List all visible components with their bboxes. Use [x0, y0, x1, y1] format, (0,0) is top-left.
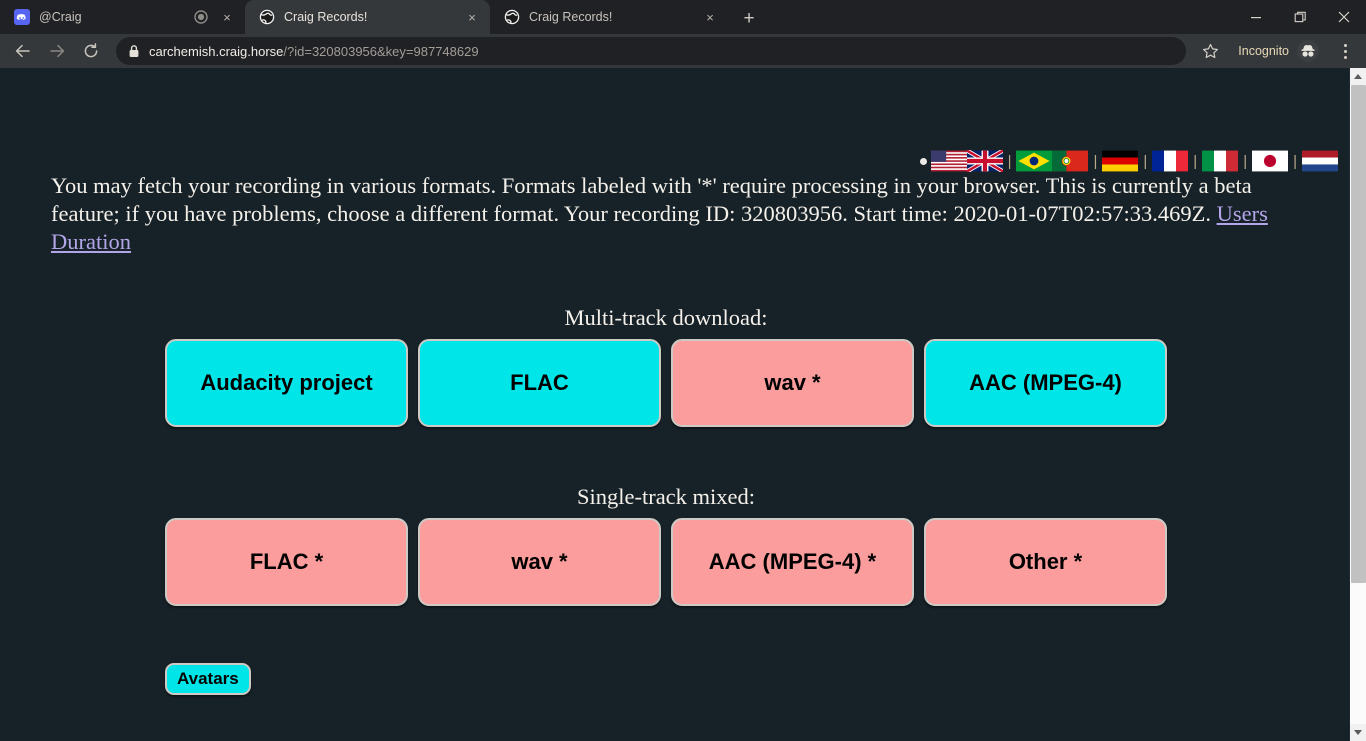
maximize-restore-button[interactable]	[1278, 0, 1322, 34]
download-other-singletrack-button[interactable]: Other *	[924, 518, 1167, 606]
incognito-label: Incognito	[1238, 44, 1289, 58]
tab-audio-indicator-icon[interactable]	[193, 9, 209, 25]
scrollbar-track[interactable]	[1349, 85, 1366, 724]
france-flag-icon[interactable]	[1152, 150, 1189, 172]
close-window-button[interactable]	[1322, 0, 1366, 34]
browser-tab-craig-discord[interactable]: @Craig ×	[0, 0, 245, 34]
browser-tab-craig-records-2[interactable]: Craig Records! ×	[490, 0, 728, 34]
tab-close-button[interactable]: ×	[701, 8, 719, 26]
address-bar[interactable]: carchemish.craig.horse/?id=320803956&key…	[116, 37, 1187, 65]
language-separator: |	[1007, 152, 1012, 170]
craig-download-page: | | | | | | You may fetch your recording…	[0, 68, 1349, 741]
download-aac-multitrack-button[interactable]: AAC (MPEG-4)	[924, 339, 1167, 427]
incognito-icon	[1296, 39, 1320, 63]
download-wav-multitrack-button[interactable]: wav *	[671, 339, 914, 427]
globe-icon	[259, 9, 275, 25]
language-separator: |	[1143, 152, 1148, 170]
url-path: /?id=320803956&key=987748629	[283, 43, 479, 59]
download-flac-singletrack-button[interactable]: FLAC *	[165, 518, 408, 606]
us-flag-icon[interactable]	[930, 150, 967, 172]
tab-close-button[interactable]: ×	[463, 8, 481, 26]
scrollbar-thumb[interactable]	[1350, 85, 1366, 584]
lock-icon	[128, 44, 140, 58]
japan-flag-icon[interactable]	[1252, 150, 1289, 172]
language-selector: | | | | | |	[919, 150, 1338, 172]
browser-window: @Craig × Craig Records! × Craig Records!…	[0, 0, 1366, 741]
avatars-button[interactable]: Avatars	[165, 663, 251, 695]
back-button[interactable]	[8, 36, 38, 66]
users-link[interactable]: Users	[1217, 201, 1268, 226]
page-scrollbar[interactable]	[1349, 68, 1366, 741]
language-bullet-icon	[919, 157, 927, 165]
minimize-button[interactable]	[1234, 0, 1278, 34]
discord-icon	[14, 9, 30, 25]
multitrack-button-row: Audacity project FLAC wav * AAC (MPEG-4)	[0, 339, 1332, 427]
portugal-flag-icon[interactable]	[1052, 150, 1089, 172]
brazil-flag-icon[interactable]	[1016, 150, 1053, 172]
intro-paragraph: You may fetch your recording in various …	[51, 172, 1291, 256]
incognito-indicator[interactable]: Incognito	[1228, 39, 1328, 63]
tab-title: Craig Records!	[284, 10, 368, 24]
uk-flag-icon[interactable]	[966, 150, 1003, 172]
download-aac-singletrack-button[interactable]: AAC (MPEG-4) *	[671, 518, 914, 606]
bookmark-star-icon[interactable]	[1196, 37, 1224, 65]
germany-flag-icon[interactable]	[1102, 150, 1139, 172]
reload-button[interactable]	[76, 36, 106, 66]
scrollbar-down-arrow[interactable]	[1349, 724, 1366, 741]
url-host: carchemish.craig.horse	[149, 43, 284, 59]
download-audacity-project-button[interactable]: Audacity project	[165, 339, 408, 427]
forward-button[interactable]	[42, 36, 72, 66]
tab-strip: @Craig × Craig Records! × Craig Records!…	[0, 0, 1366, 34]
page-viewport: | | | | | | You may fetch your recording…	[0, 68, 1366, 741]
tab-close-button[interactable]: ×	[218, 8, 236, 26]
download-wav-singletrack-button[interactable]: wav *	[418, 518, 661, 606]
netherlands-flag-icon[interactable]	[1302, 150, 1338, 172]
singletrack-button-row: FLAC * wav * AAC (MPEG-4) * Other *	[0, 518, 1332, 606]
window-controls	[1234, 0, 1366, 34]
language-separator: |	[1293, 152, 1297, 170]
multitrack-heading: Multi-track download:	[564, 305, 768, 330]
globe-icon	[504, 9, 520, 25]
url-text: carchemish.craig.horse/?id=320803956&key…	[149, 44, 479, 59]
download-flac-multitrack-button[interactable]: FLAC	[418, 339, 661, 427]
scrollbar-up-arrow[interactable]	[1349, 68, 1366, 85]
duration-link[interactable]: Duration	[51, 229, 131, 254]
language-separator: |	[1243, 152, 1248, 170]
language-option-english[interactable]	[930, 150, 1003, 172]
language-separator: |	[1193, 152, 1198, 170]
three-dot-menu-icon[interactable]	[1332, 36, 1358, 66]
intro-text: You may fetch your recording in various …	[51, 173, 1252, 226]
browser-tab-craig-records-active[interactable]: Craig Records! ×	[245, 0, 490, 34]
new-tab-button[interactable]: +	[734, 4, 764, 32]
italy-flag-icon[interactable]	[1202, 150, 1239, 172]
tab-title: @Craig	[39, 10, 82, 24]
tab-title: Craig Records!	[529, 10, 613, 24]
singletrack-heading: Single-track mixed:	[576, 484, 756, 509]
avatars-row: Avatars	[0, 663, 251, 695]
language-separator: |	[1093, 152, 1098, 170]
browser-toolbar: carchemish.craig.horse/?id=320803956&key…	[0, 34, 1366, 68]
language-option-portuguese[interactable]	[1016, 150, 1089, 172]
